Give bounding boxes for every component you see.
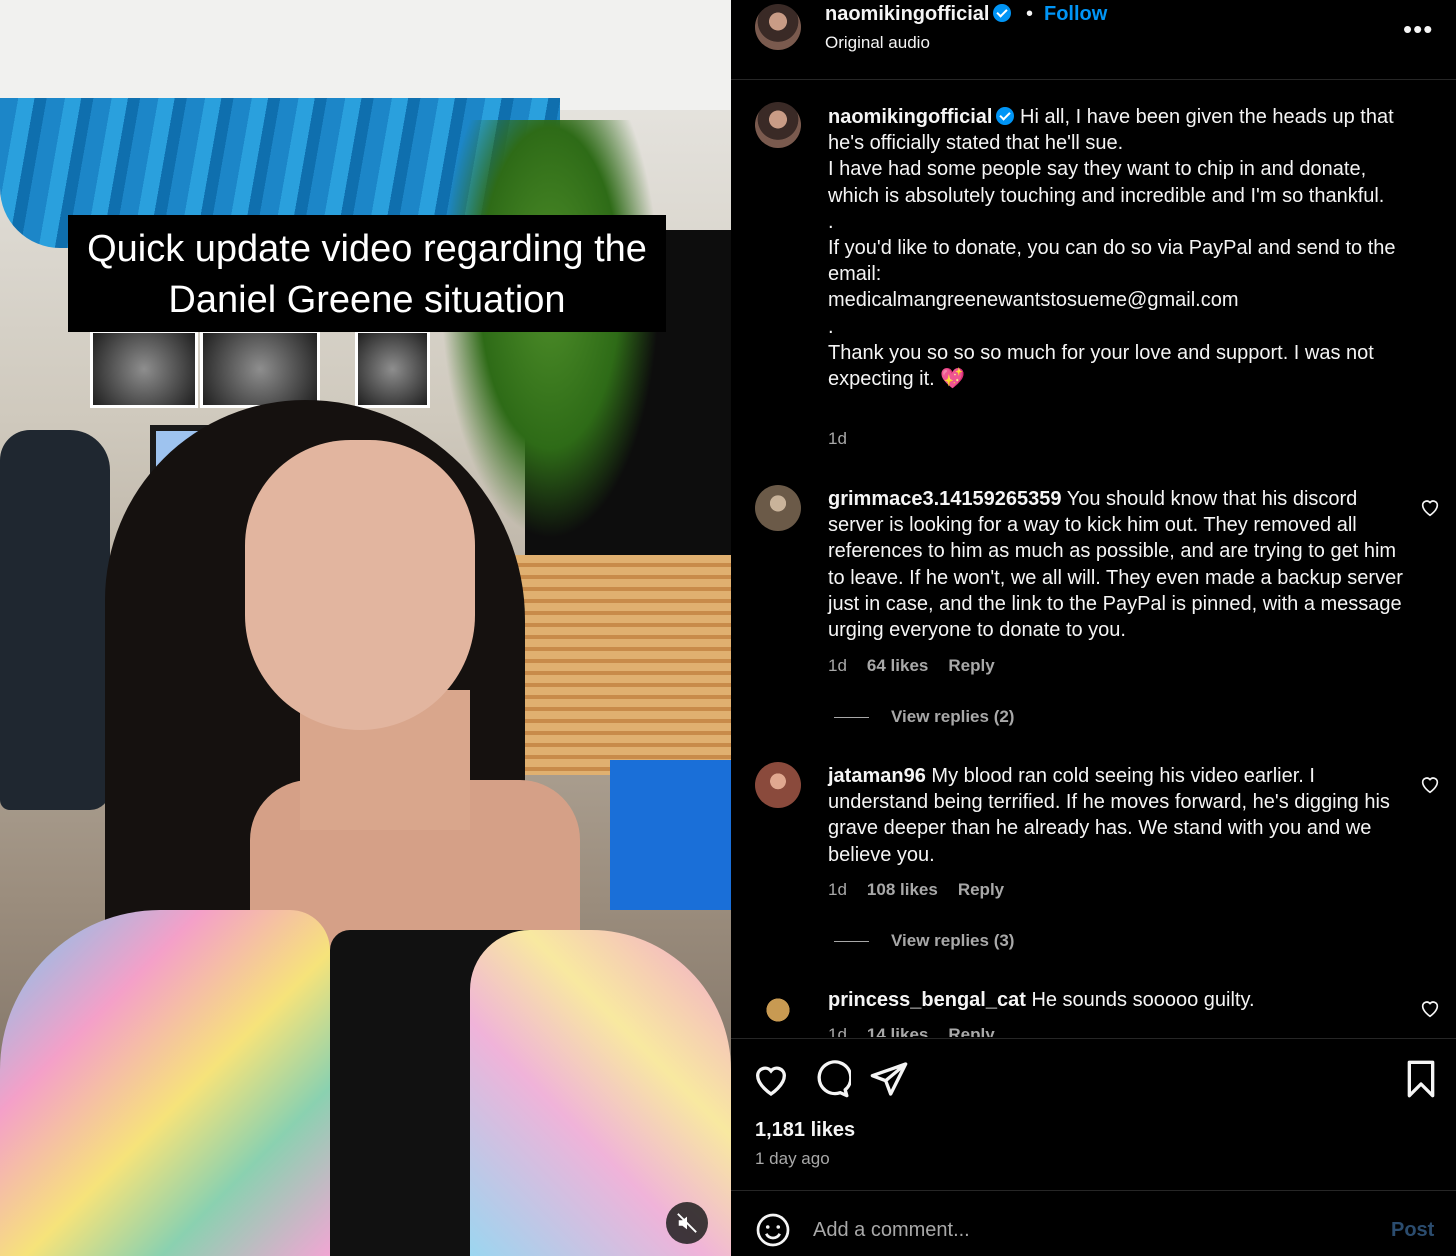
comment-username[interactable]: princess_bengal_cat	[828, 989, 1026, 1011]
follow-button[interactable]: Follow	[1044, 3, 1107, 26]
comment-meta: 1d 14 likes Reply	[828, 1025, 995, 1037]
comment-meta: 1d 64 likes Reply	[828, 656, 995, 676]
reply-button[interactable]: Reply	[948, 1025, 994, 1037]
video-poster	[355, 330, 430, 408]
video-wall	[0, 0, 731, 110]
video-bag	[610, 760, 731, 910]
likes-count[interactable]: 1,181 likes	[755, 1119, 855, 1142]
comment-like-heart-icon[interactable]	[1419, 997, 1441, 1019]
comment-avatar[interactable]	[755, 762, 801, 808]
post-panel: naomikingofficial • Follow Original audi…	[731, 0, 1456, 1256]
comment-likes[interactable]: 14 likes	[867, 1025, 928, 1037]
mute-button[interactable]	[666, 1202, 708, 1244]
heart-icon[interactable]	[751, 1059, 791, 1099]
comment-composer: Post	[731, 1190, 1456, 1256]
comment-body: He sounds sooooo guilty.	[1031, 989, 1255, 1011]
post-actions: 1,181 likes 1 day ago	[731, 1038, 1456, 1190]
comment-time: 1d	[828, 880, 847, 899]
caption-line-1: Quick update video regarding the	[87, 228, 647, 270]
reel-video[interactable]: Quick update video regarding the Daniel …	[0, 0, 731, 1256]
comment-time: 1d	[828, 1025, 847, 1037]
comment-username[interactable]: grimmace3.14159265359	[828, 488, 1062, 510]
post-timestamp[interactable]: 1 day ago	[755, 1149, 830, 1169]
caption-line-2: Daniel Greene situation	[168, 279, 566, 321]
comment-input[interactable]	[813, 1215, 1373, 1245]
video-poster	[200, 330, 320, 408]
original-audio-link[interactable]: Original audio	[825, 33, 930, 53]
smiley-icon[interactable]	[755, 1212, 791, 1248]
post-comment-button[interactable]: Post	[1391, 1219, 1434, 1242]
caption-time: 1d	[828, 429, 847, 448]
bookmark-icon[interactable]	[1401, 1059, 1441, 1099]
caption-meta: 1d	[828, 429, 847, 449]
author-username-text[interactable]: naomikingofficial	[825, 3, 989, 25]
caption-username-text[interactable]: naomikingofficial	[828, 106, 992, 128]
verified-badge-icon	[996, 107, 1015, 125]
comment-likes[interactable]: 64 likes	[867, 656, 928, 675]
comment-time: 1d	[828, 656, 847, 675]
author-username[interactable]: naomikingofficial	[825, 3, 1012, 26]
header-separator: •	[1026, 3, 1034, 25]
comment-body: You should know that his discord server …	[828, 488, 1403, 642]
video-person-face	[245, 440, 475, 730]
reply-button[interactable]: Reply	[948, 656, 994, 675]
view-replies-button[interactable]: View replies (2)	[834, 707, 1014, 727]
video-jacket-left	[0, 910, 330, 1256]
video-caption-overlay: Quick update video regarding the Daniel …	[68, 215, 666, 332]
caption-text: naomikingofficial Hi all, I have been gi…	[828, 104, 1418, 392]
caption-body: Hi all, I have been given the heads up t…	[828, 106, 1396, 391]
speaker-muted-icon	[677, 1213, 697, 1233]
comment-text: grimmace3.14159265359 You should know th…	[828, 486, 1408, 643]
paper-plane-icon[interactable]	[869, 1059, 909, 1099]
comment-text: princess_bengal_cat He sounds sooooo gui…	[828, 987, 1408, 1013]
comment-avatar[interactable]	[755, 987, 801, 1033]
more-options-icon[interactable]: •••	[1403, 14, 1433, 45]
comment-likes[interactable]: 108 likes	[867, 880, 938, 899]
comment-text: jataman96 My blood ran cold seeing his v…	[828, 763, 1408, 868]
author-avatar[interactable]	[755, 4, 801, 50]
video-chair	[0, 430, 110, 810]
verified-badge-icon	[993, 4, 1012, 22]
video-poster	[90, 330, 198, 408]
comment-bubble-icon[interactable]	[811, 1059, 851, 1099]
comment-avatar[interactable]	[755, 485, 801, 531]
post-header: naomikingofficial • Follow Original audi…	[731, 0, 1456, 80]
comment-like-heart-icon[interactable]	[1419, 773, 1441, 795]
view-replies-button[interactable]: View replies (3)	[834, 931, 1014, 951]
caption-author-avatar[interactable]	[755, 102, 801, 148]
video-shelf	[505, 555, 731, 775]
comment-meta: 1d 108 likes Reply	[828, 880, 1004, 900]
reply-button[interactable]: Reply	[958, 880, 1004, 899]
caption-username[interactable]: naomikingofficial	[828, 106, 1015, 128]
comment-like-heart-icon[interactable]	[1419, 496, 1441, 518]
comments-list[interactable]: naomikingofficial Hi all, I have been gi…	[731, 81, 1456, 1037]
comment-username[interactable]: jataman96	[828, 765, 926, 787]
